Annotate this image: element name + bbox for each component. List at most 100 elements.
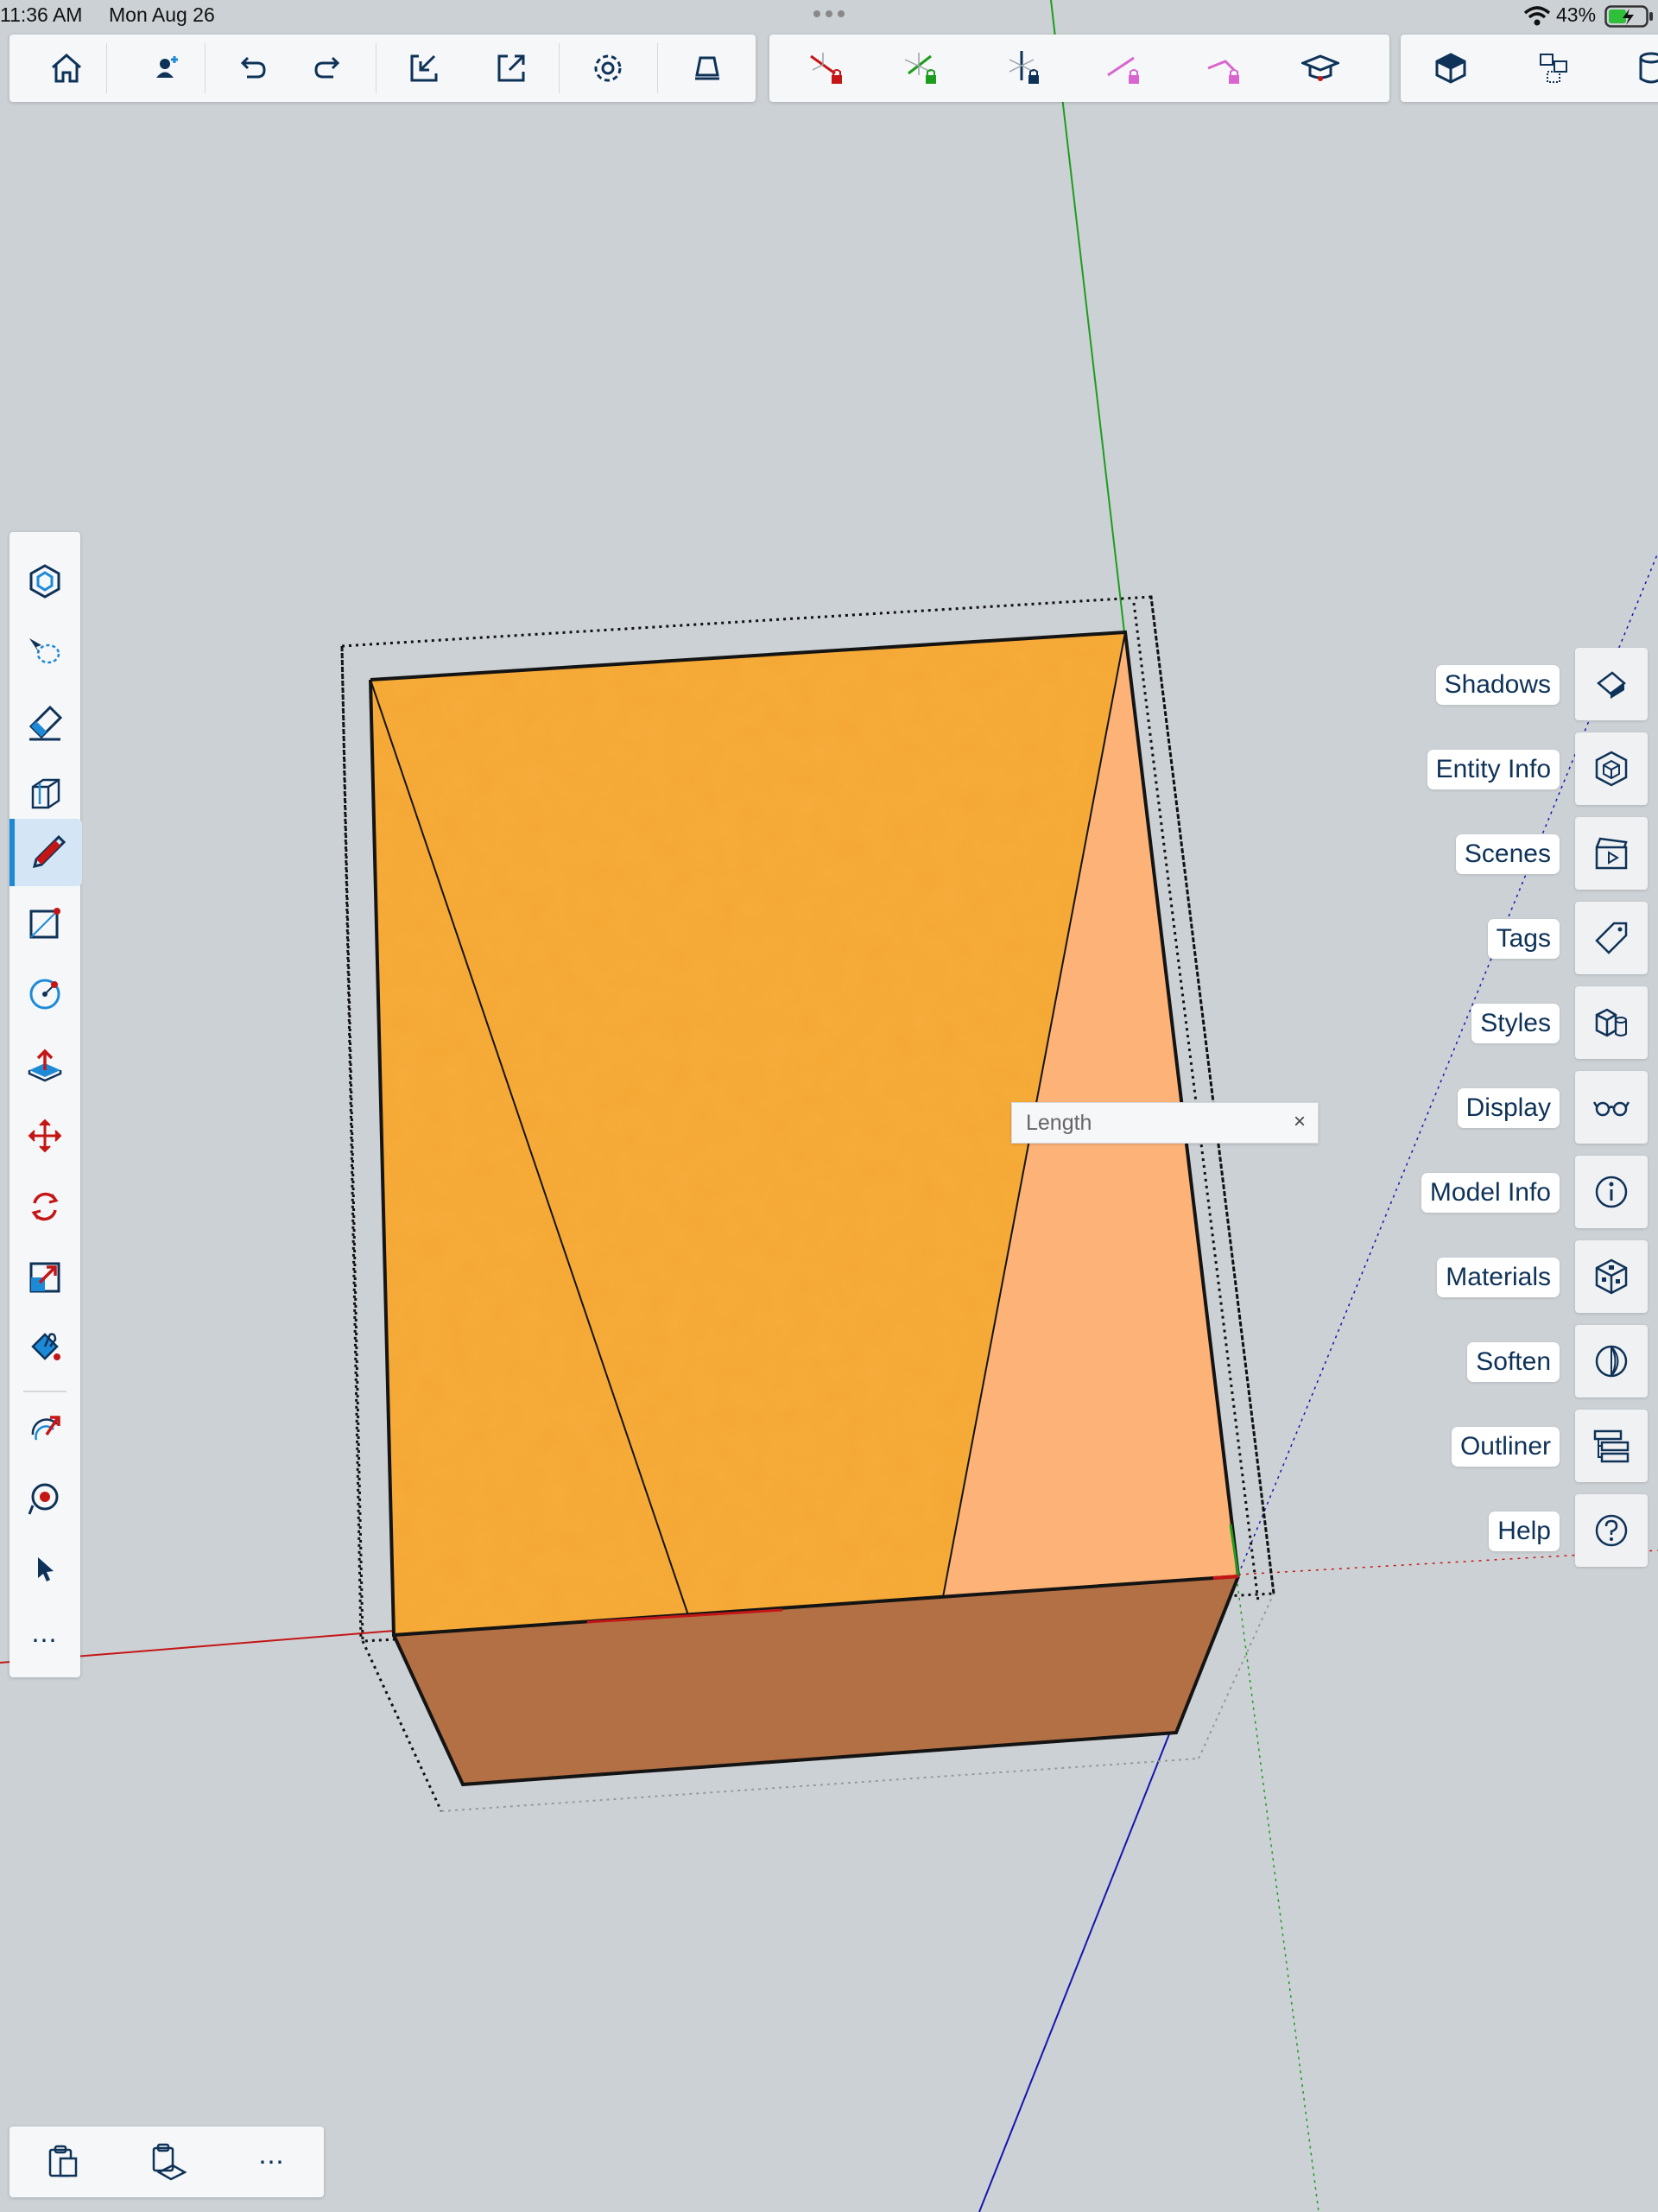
- status-time: 11:36 AM: [0, 3, 83, 26]
- paint-bucket-button[interactable]: [13, 1316, 77, 1380]
- blue-axis-lock-button[interactable]: [996, 41, 1051, 96]
- move-tool-button[interactable]: [13, 1104, 77, 1168]
- components-button[interactable]: [1527, 41, 1582, 96]
- components-icon: [1540, 54, 1567, 83]
- panel-button-outliner[interactable]: [1575, 1410, 1648, 1482]
- magenta-axis-lock-icon: [1107, 56, 1139, 84]
- paint-bucket-icon: [31, 1333, 60, 1360]
- home-button[interactable]: [39, 41, 94, 96]
- redo-icon: [314, 56, 340, 79]
- multitasking-dots-icon[interactable]: [812, 5, 846, 22]
- panel-button-tags[interactable]: [1575, 902, 1648, 974]
- add-user-icon: [156, 56, 178, 78]
- view-toolbar: [1401, 35, 1658, 102]
- select-tool-button[interactable]: [13, 1537, 77, 1601]
- import-button[interactable]: [396, 41, 452, 96]
- pink-axis-lock-button[interactable]: [1196, 41, 1251, 96]
- length-input[interactable]: Length ×: [1011, 1102, 1319, 1144]
- lasso-select-icon: [29, 638, 60, 664]
- red-axis-lock-button[interactable]: [799, 41, 854, 96]
- import-icon: [410, 54, 438, 82]
- panel-button-display[interactable]: [1575, 1071, 1648, 1144]
- wifi-icon: [1523, 6, 1551, 26]
- panel-label-shadows[interactable]: Shadows: [1435, 665, 1560, 705]
- components-tool-icon: [29, 564, 60, 599]
- iso-view-icon: [1435, 53, 1466, 84]
- circle-tool-button[interactable]: [13, 962, 77, 1026]
- paste-button[interactable]: [35, 2133, 92, 2190]
- panel-label-materials[interactable]: Materials: [1437, 1258, 1560, 1297]
- panel-label-tags[interactable]: Tags: [1487, 919, 1560, 959]
- tools-toolbar: ⋯: [9, 532, 82, 1677]
- move-icon: [28, 1119, 62, 1153]
- panel-button-model-info[interactable]: [1575, 1156, 1648, 1228]
- status-bar: 11:36 AM Mon Aug 26 43%: [0, 0, 1658, 31]
- scenes-icon: [1595, 837, 1628, 870]
- undo-button[interactable]: [225, 41, 280, 96]
- panel-button-styles[interactable]: [1575, 986, 1648, 1059]
- lasso-select-button[interactable]: [13, 620, 77, 684]
- redo-button[interactable]: [301, 41, 356, 96]
- iso-view-button[interactable]: [1423, 41, 1478, 96]
- blue-axis: [978, 1701, 1183, 2212]
- magenta-axis-lock-button[interactable]: [1096, 41, 1151, 96]
- tags-icon: [1595, 922, 1628, 954]
- components-tool-button[interactable]: [13, 549, 77, 613]
- rotate-icon: [31, 1192, 59, 1221]
- help-icon: [1595, 1514, 1628, 1547]
- green-axis-lock-icon: [904, 53, 936, 84]
- view-button[interactable]: [680, 41, 735, 96]
- panel-button-shadows[interactable]: [1575, 648, 1648, 720]
- model-info-icon: [1595, 1176, 1628, 1208]
- solid-tools-button[interactable]: [1623, 41, 1658, 96]
- styles-icon: [1595, 1008, 1627, 1037]
- panel-label-entity-info[interactable]: Entity Info: [1427, 750, 1560, 789]
- export-button[interactable]: [484, 41, 539, 96]
- shadows-icon: [1597, 671, 1626, 699]
- scale-icon: [29, 1262, 60, 1293]
- rotate-tool-button[interactable]: [13, 1175, 77, 1239]
- battery-icon: [1604, 5, 1653, 28]
- section-plane-button[interactable]: [13, 762, 77, 826]
- panel-label-display[interactable]: Display: [1457, 1088, 1560, 1128]
- circle-icon: [29, 979, 60, 1010]
- settings-icon: [594, 54, 622, 82]
- pencil-tool-button[interactable]: [9, 819, 82, 886]
- panel-button-soften[interactable]: [1575, 1325, 1648, 1398]
- rectangle-tool-button[interactable]: [13, 891, 77, 955]
- bottom-more-button[interactable]: ⋯: [244, 2133, 301, 2190]
- panel-label-styles[interactable]: Styles: [1471, 1004, 1560, 1043]
- cylinder-icon: [1639, 52, 1658, 84]
- panel-button-scenes[interactable]: [1575, 817, 1648, 890]
- push-pull-button[interactable]: [13, 1033, 77, 1097]
- add-collaborator-button[interactable]: [138, 41, 193, 96]
- panel-button-materials[interactable]: [1575, 1240, 1648, 1313]
- follow-me-button[interactable]: [13, 1396, 77, 1460]
- green-axis-hidden: [1236, 1576, 1319, 2212]
- length-placeholder: Length: [1026, 1111, 1092, 1135]
- panel-button-entity-info[interactable]: [1575, 732, 1648, 805]
- instructor-button[interactable]: [1293, 41, 1348, 96]
- section-box-icon: [31, 778, 60, 809]
- tape-measure-button[interactable]: [13, 1467, 77, 1531]
- red-axis-on-edge-right: [1212, 1575, 1239, 1580]
- length-close-button[interactable]: ×: [1294, 1110, 1306, 1134]
- follow-me-icon: [31, 1416, 60, 1441]
- eraser-button[interactable]: [13, 691, 77, 755]
- panel-label-help[interactable]: Help: [1489, 1512, 1560, 1551]
- settings-button[interactable]: [580, 41, 636, 96]
- blue-axis-lock-icon: [1009, 51, 1039, 84]
- entity-info-icon: [1595, 751, 1628, 787]
- panel-button-help[interactable]: [1575, 1494, 1648, 1567]
- panel-label-outliner[interactable]: Outliner: [1451, 1427, 1560, 1467]
- paste-in-place-button[interactable]: [139, 2133, 196, 2190]
- materials-icon: [1595, 1258, 1628, 1295]
- green-axis-lock-button[interactable]: [893, 41, 948, 96]
- panel-label-model-info[interactable]: Model Info: [1421, 1173, 1560, 1213]
- more-tools-button[interactable]: ⋯: [13, 1608, 77, 1672]
- scale-tool-button[interactable]: [13, 1245, 77, 1309]
- model-viewport[interactable]: [0, 0, 1658, 2212]
- panel-label-soften[interactable]: Soften: [1467, 1342, 1560, 1382]
- panel-label-scenes[interactable]: Scenes: [1455, 834, 1560, 874]
- axis-toolbar: [769, 35, 1389, 102]
